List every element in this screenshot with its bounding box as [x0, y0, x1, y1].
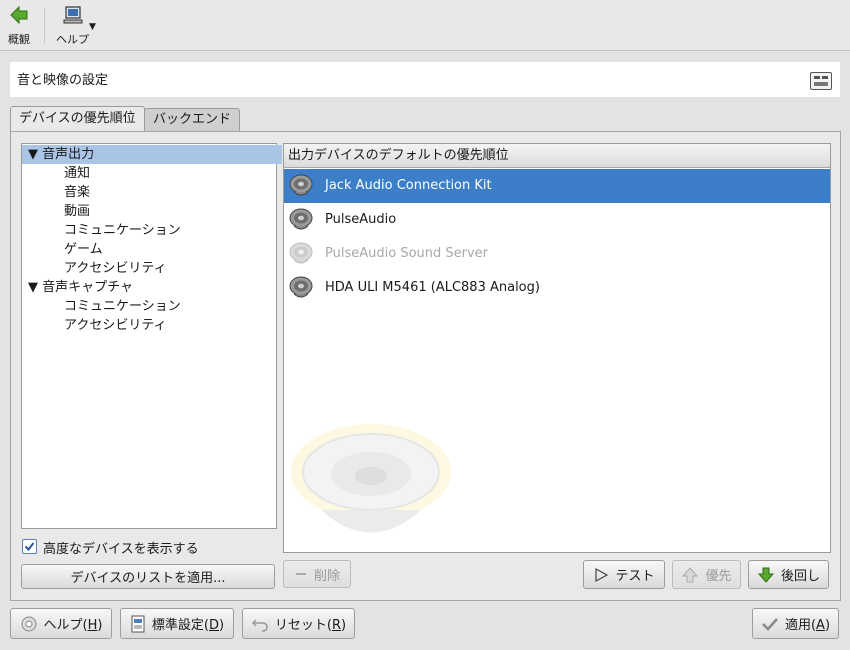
tab-backend[interactable]: バックエンド [144, 108, 241, 132]
test-label: テスト [615, 569, 655, 584]
help-menu-label: ヘルプ [56, 33, 89, 46]
device-label: PulseAudio Sound Server [325, 246, 489, 261]
tab-device-priority-label: デバイスの優先順位 [19, 111, 136, 126]
page-title: 音と映像の設定 [17, 73, 109, 88]
help-lifebuoy-icon [20, 615, 38, 633]
speaker-icon [288, 241, 314, 267]
tree-item-communication[interactable]: コミュニケーション [22, 221, 318, 240]
defer-label: 後回し [780, 569, 820, 584]
tree-item-game[interactable]: ゲーム [22, 240, 318, 259]
speaker-icon [288, 275, 314, 301]
help-button-label: ヘルプ(H) [43, 618, 103, 633]
tree-item-label: ゲーム [64, 242, 103, 257]
device-row-pulseaudio[interactable]: PulseAudio [284, 203, 830, 237]
arrow-down-icon [757, 566, 775, 584]
category-tree[interactable]: ▼ 音声出力 通知 音楽 動画 コミュニケーション ゲーム アクセシビリティ ▼… [21, 143, 282, 529]
document-icon [130, 615, 146, 633]
tree-item-video[interactable]: 動画 [22, 202, 318, 221]
test-button[interactable]: テスト [583, 560, 665, 589]
device-row-hda[interactable]: HDA ULI M5461 (ALC883 Analog) [284, 271, 830, 305]
remove-button[interactable]: 削除 [283, 560, 351, 588]
prefer-label: 優先 [705, 569, 732, 584]
toolbar: 概観 ヘルプ ▼ [0, 0, 850, 51]
tree-item-audio-capture[interactable]: ▼ 音声キャプチャ [22, 278, 282, 297]
tree-item-label: ▼ 音声キャプチャ [28, 280, 133, 295]
apply-button-label: 適用(A) [784, 618, 831, 633]
page-header: 音と映像の設定 [10, 62, 840, 97]
tree-item-capture-accessibility[interactable]: アクセシビリティ [22, 316, 318, 335]
tree-item-label: コミュニケーション [64, 223, 181, 238]
play-icon [593, 567, 609, 583]
device-row-jack[interactable]: Jack Audio Connection Kit [284, 169, 830, 203]
tree-item-label: 音楽 [64, 185, 91, 200]
minus-icon [294, 567, 308, 581]
defaults-button[interactable]: 標準設定(D) [120, 608, 234, 639]
tab-device-priority[interactable]: デバイスの優先順位 [10, 106, 145, 133]
advanced-devices-checkbox[interactable] [22, 539, 37, 554]
device-label: PulseAudio [325, 212, 397, 227]
tree-item-capture-communication[interactable]: コミュニケーション [22, 297, 318, 316]
advanced-devices-label: 高度なデバイスを表示する [43, 542, 199, 557]
apply-button[interactable]: 適用(A) [752, 608, 839, 639]
toolbar-separator [44, 8, 45, 44]
tree-item-label: アクセシビリティ [64, 261, 167, 276]
tree-item-accessibility[interactable]: アクセシビリティ [22, 259, 318, 278]
device-list-header[interactable]: 出力デバイスのデフォルトの優先順位 [284, 144, 830, 168]
device-label: Jack Audio Connection Kit [325, 178, 492, 193]
back-arrow-icon [8, 4, 30, 29]
help-menu-button[interactable]: ヘルプ [56, 4, 89, 47]
arrow-up-icon [681, 566, 699, 584]
device-list-header-label: 出力デバイスのデフォルトの優先順位 [288, 148, 509, 163]
dropdown-arrow-icon[interactable]: ▼ [89, 22, 96, 32]
tree-item-audio-output[interactable]: ▼ 音声出力 [22, 145, 282, 164]
back-button[interactable]: 概観 [8, 4, 30, 47]
tree-item-label: コミュニケーション [64, 299, 181, 314]
reset-button-label: リセット(R) [274, 618, 347, 633]
remove-label: 削除 [313, 568, 340, 584]
back-label: 概観 [8, 33, 30, 46]
speaker-icon [288, 173, 314, 199]
tree-item-label: アクセシビリティ [64, 318, 167, 333]
tree-item-music[interactable]: 音楽 [22, 183, 318, 202]
apply-device-list-button[interactable]: デバイスのリストを適用... [21, 564, 275, 589]
reset-button[interactable]: リセット(R) [242, 608, 355, 639]
tree-item-label: 動画 [64, 204, 91, 219]
device-label: HDA ULI M5461 (ALC883 Analog) [325, 280, 540, 295]
checkmark-icon [761, 616, 779, 632]
speaker-watermark-icon [286, 420, 456, 550]
speaker-icon [288, 207, 314, 233]
view-mode-icon[interactable] [810, 72, 832, 90]
help-button[interactable]: ヘルプ(H) [10, 608, 112, 639]
tree-item-label: 通知 [64, 166, 91, 181]
tree-item-label: ▼ 音声出力 [28, 147, 95, 162]
undo-icon [251, 615, 269, 633]
apply-device-list-label: デバイスのリストを適用... [70, 571, 226, 586]
defer-button[interactable]: 後回し [748, 560, 829, 589]
defaults-button-label: 標準設定(D) [151, 618, 225, 633]
computer-icon [62, 4, 84, 29]
tab-backend-label: バックエンド [153, 112, 232, 127]
device-row-pulseaudio-server[interactable]: PulseAudio Sound Server [284, 237, 830, 271]
tree-item-notification[interactable]: 通知 [22, 164, 318, 183]
prefer-button[interactable]: 優先 [672, 560, 741, 589]
